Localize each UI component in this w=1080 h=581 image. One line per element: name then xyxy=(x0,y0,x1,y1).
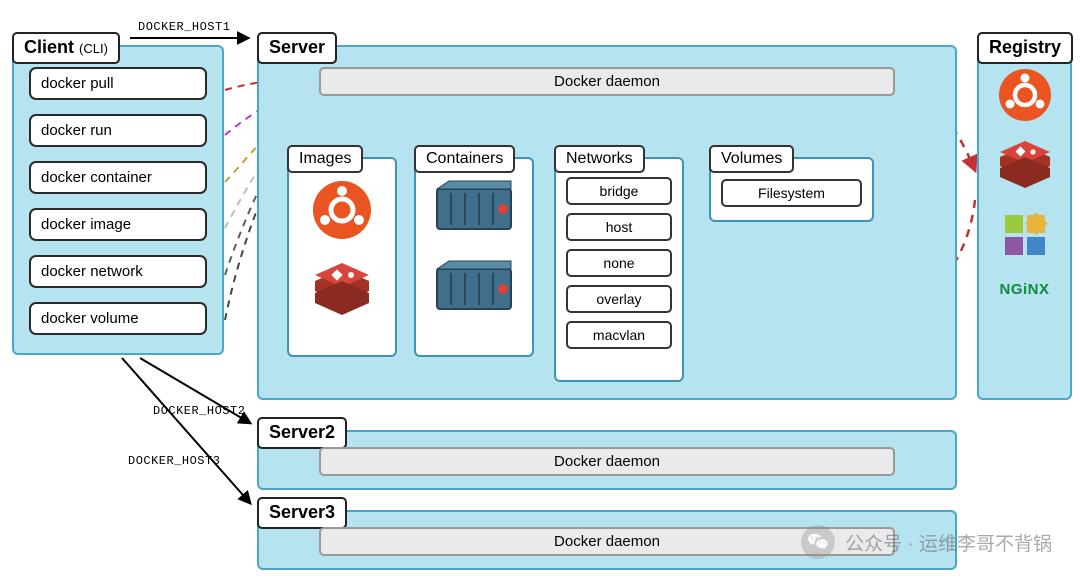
volume-item-filesystem: Filesystem xyxy=(721,179,862,207)
server2-title: Server2 xyxy=(257,417,347,449)
network-item-none: none xyxy=(566,249,672,277)
redis-icon xyxy=(311,263,373,317)
containers-panel: Containers xyxy=(414,157,534,357)
volumes-title: Volumes xyxy=(709,145,794,173)
images-title: Images xyxy=(287,145,363,173)
server3-title: Server3 xyxy=(257,497,347,529)
docker-host1-label: DOCKER_HOST1 xyxy=(138,20,230,34)
server-panel: Server Docker daemon Images Containers xyxy=(257,45,957,400)
networks-title: Networks xyxy=(554,145,645,173)
client-subtitle: (CLI) xyxy=(79,41,108,56)
client-title: Client (CLI) xyxy=(12,32,120,64)
container-icon xyxy=(435,179,513,235)
redis-icon xyxy=(997,141,1053,189)
network-item-host: host xyxy=(566,213,672,241)
network-item-overlay: overlay xyxy=(566,285,672,313)
watermark: 公众号 · 运维李哥不背锅 xyxy=(801,525,1052,559)
docker-host3-label: DOCKER_HOST3 xyxy=(128,454,220,468)
container-icon xyxy=(435,259,513,315)
images-panel: Images xyxy=(287,157,397,357)
ubuntu-icon xyxy=(311,179,373,241)
docker-host2-label: DOCKER_HOST2 xyxy=(153,404,245,418)
network-item-macvlan: macvlan xyxy=(566,321,672,349)
cmd-docker-network[interactable]: docker network xyxy=(29,255,207,288)
server2-panel: Server2 Docker daemon xyxy=(257,430,957,490)
volumes-panel: Volumes Filesystem xyxy=(709,157,874,222)
networks-panel: Networks bridge host none overlay macvla… xyxy=(554,157,684,382)
cmd-docker-container[interactable]: docker container xyxy=(29,161,207,194)
cmd-docker-volume[interactable]: docker volume xyxy=(29,302,207,335)
cmd-docker-pull[interactable]: docker pull xyxy=(29,67,207,100)
nginx-icon: NGiNX xyxy=(999,281,1049,298)
server-title: Server xyxy=(257,32,337,64)
registry-title: Registry xyxy=(977,32,1073,64)
client-panel: Client (CLI) docker pull docker run dock… xyxy=(12,45,224,355)
cmd-docker-run[interactable]: docker run xyxy=(29,114,207,147)
docker-daemon-bar: Docker daemon xyxy=(319,67,895,96)
client-title-text: Client xyxy=(24,37,74,57)
centos-icon xyxy=(997,207,1053,263)
ubuntu-icon xyxy=(997,67,1053,123)
server2-daemon-bar: Docker daemon xyxy=(319,447,895,476)
containers-title: Containers xyxy=(414,145,515,173)
wechat-icon xyxy=(801,525,835,559)
watermark-text: 公众号 · 运维李哥不背锅 xyxy=(845,529,1052,556)
network-item-bridge: bridge xyxy=(566,177,672,205)
cmd-docker-image[interactable]: docker image xyxy=(29,208,207,241)
client-command-list: docker pull docker run docker container … xyxy=(29,67,207,335)
registry-panel: Registry NGiNX xyxy=(977,45,1072,400)
